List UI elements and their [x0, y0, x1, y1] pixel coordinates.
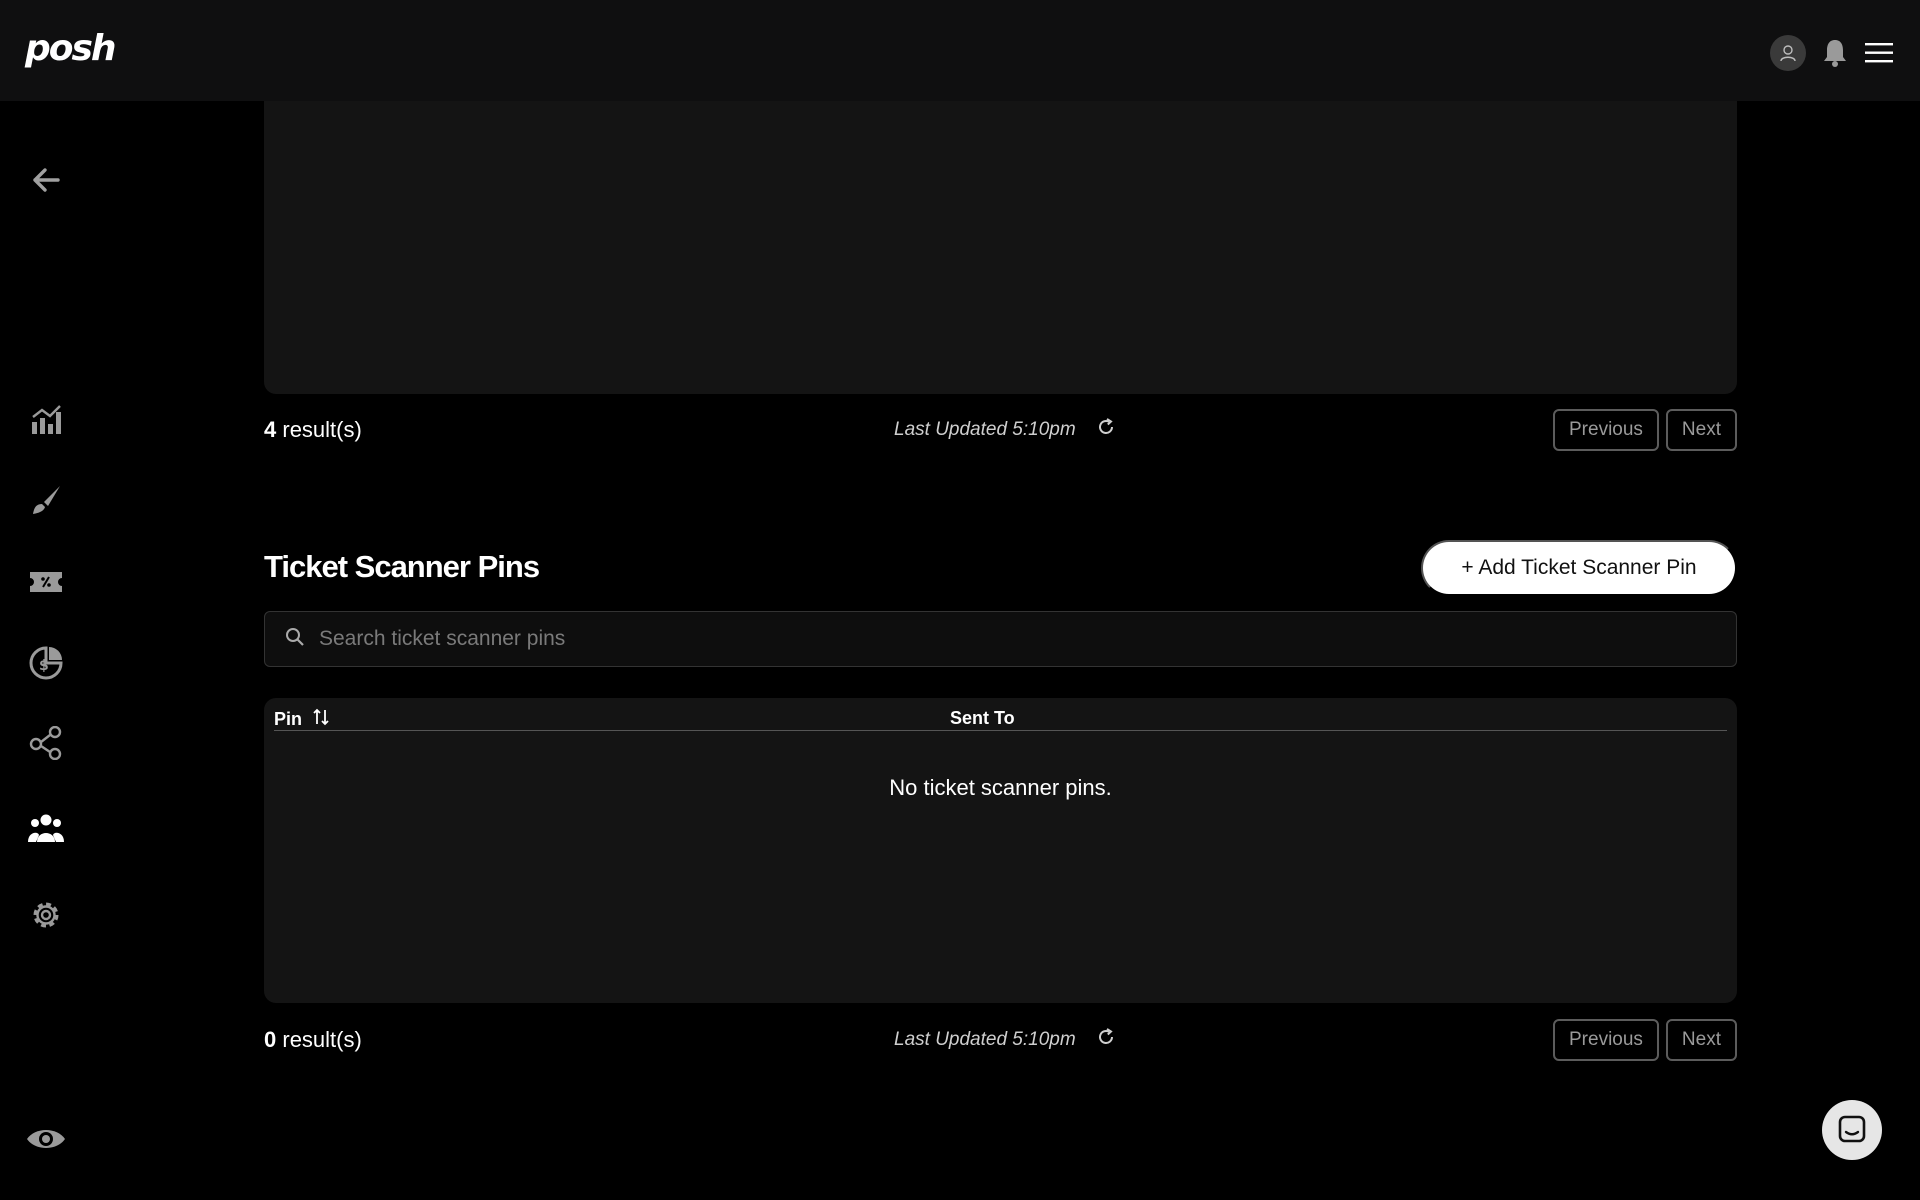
sort-icon[interactable]: [312, 708, 330, 731]
previous-button[interactable]: Previous: [1553, 409, 1659, 451]
next-button[interactable]: Next: [1665, 1019, 1737, 1061]
search-input[interactable]: [319, 627, 1619, 651]
add-ticket-scanner-pin-button[interactable]: + Add Ticket Scanner Pin: [1421, 540, 1737, 596]
analytics-icon[interactable]: [27, 401, 65, 439]
top-bar: posh: [0, 0, 1920, 101]
refresh-icon[interactable]: [1096, 1027, 1116, 1053]
sidebar: $: [0, 101, 92, 1200]
scanner-pins-footer: 0 result(s) Last Updated 5:10pm Previous…: [264, 1019, 1737, 1061]
network-icon[interactable]: [27, 724, 65, 762]
previous-button[interactable]: Previous: [1553, 1019, 1659, 1061]
table-header: Pin Sent To: [274, 698, 1727, 731]
posh-logo[interactable]: posh: [25, 28, 117, 69]
last-updated: Last Updated 5:10pm: [894, 409, 1116, 451]
svg-text:$: $: [39, 658, 49, 674]
hamburger-menu-icon[interactable]: [1864, 35, 1894, 71]
column-header-sent-to: Sent To: [950, 708, 1015, 728]
team-icon[interactable]: [27, 809, 65, 847]
section-title: Ticket Scanner Pins: [264, 549, 540, 584]
column-header-pin[interactable]: Pin: [274, 708, 330, 731]
column-label: Pin: [274, 709, 303, 729]
last-updated-text: Last Updated 5:10pm: [894, 1029, 1076, 1050]
notification-bell-icon[interactable]: [1820, 35, 1850, 71]
last-updated: Last Updated 5:10pm: [894, 1019, 1116, 1061]
search-box: [264, 611, 1737, 667]
finance-icon[interactable]: $: [27, 644, 65, 682]
search-icon: [285, 627, 305, 652]
pagination: Previous Next: [1553, 1019, 1737, 1061]
chat-icon: [1838, 1115, 1866, 1143]
result-count: 0 result(s): [264, 1027, 362, 1052]
empty-state-message: No ticket scanner pins.: [889, 775, 1112, 800]
next-button[interactable]: Next: [1665, 409, 1737, 451]
user-icon: [1780, 45, 1796, 62]
avatar[interactable]: [1770, 35, 1806, 71]
chat-launcher-button[interactable]: [1822, 1100, 1882, 1160]
gear-icon[interactable]: [27, 896, 65, 934]
ticket-icon[interactable]: [27, 563, 65, 601]
previous-table-footer: 4 result(s) Last Updated 5:10pm Previous…: [264, 409, 1737, 451]
scanner-pins-table: Pin Sent To No ticket scanner pins.: [264, 698, 1737, 1003]
previous-table-panel: [264, 101, 1737, 394]
back-arrow-icon[interactable]: [27, 161, 65, 199]
eye-icon[interactable]: [25, 1120, 67, 1158]
refresh-icon[interactable]: [1096, 417, 1116, 443]
brush-icon[interactable]: [27, 481, 65, 519]
top-icons: [1770, 35, 1894, 71]
pagination: Previous Next: [1553, 409, 1737, 451]
last-updated-text: Last Updated 5:10pm: [894, 419, 1076, 440]
result-count: 4 result(s): [264, 417, 362, 442]
